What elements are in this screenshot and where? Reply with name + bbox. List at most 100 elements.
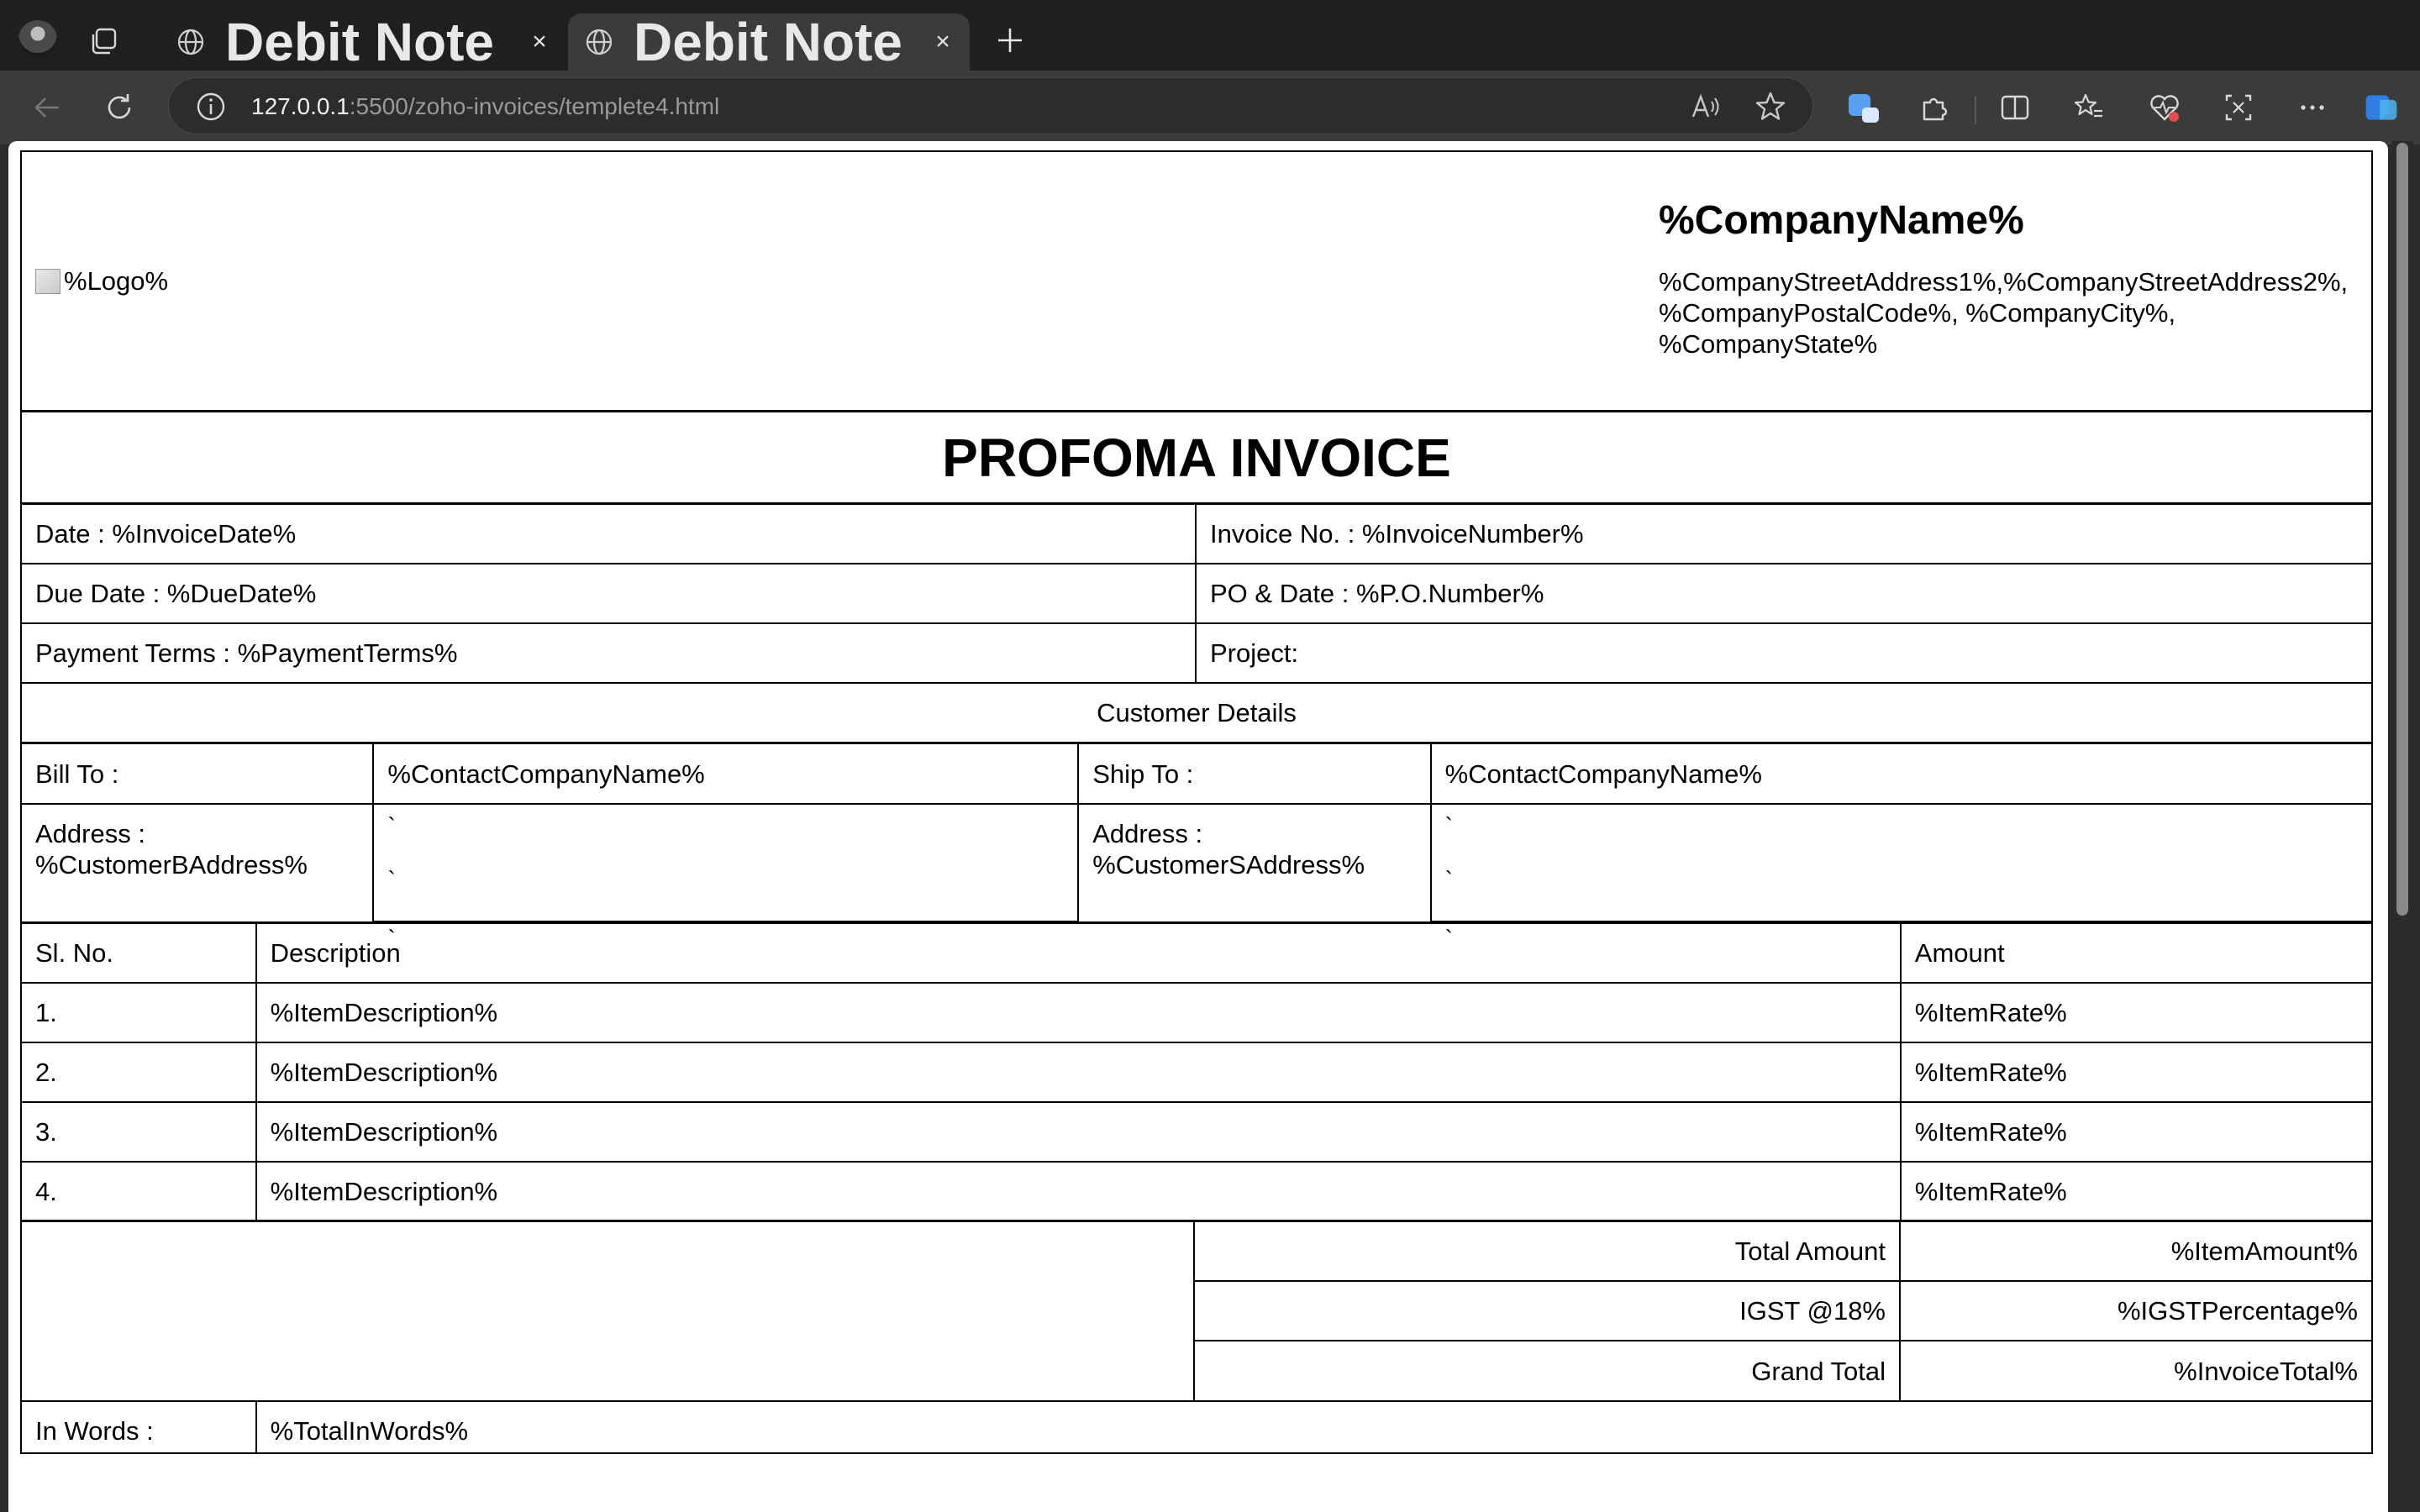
address-tick: ` <box>1444 813 1453 839</box>
igst-label: IGST @18% <box>1195 1282 1901 1340</box>
address-tick: ` <box>387 867 396 893</box>
new-tab-icon[interactable] <box>993 24 1027 57</box>
info-row: Payment Terms : %PaymentTerms% Project: <box>22 624 2371 684</box>
logo-alt-text: %Logo% <box>64 266 169 296</box>
split-screen-icon[interactable] <box>1996 89 2033 126</box>
igst-value: %IGSTPercentage% <box>2117 1296 2358 1326</box>
total-value: %ItemAmount% <box>2170 1236 2358 1266</box>
tab-title: Debit Note <box>634 12 902 72</box>
bill-address-box: ` ` ` <box>374 805 1080 952</box>
address-tick: ` <box>387 813 396 839</box>
ship-address-value: %CustomerSAddress% <box>1092 850 1365 879</box>
address-tick: ` <box>1444 926 1453 952</box>
col-description: Description <box>257 924 1902 982</box>
read-aloud-icon[interactable] <box>1688 90 1722 123</box>
back-icon[interactable] <box>29 89 66 126</box>
favorite-star-icon[interactable] <box>1754 90 1787 123</box>
tab-debit-note-1[interactable]: Debit Note × <box>160 12 566 72</box>
page-viewport[interactable]: %Logo% %CompanyName% %CompanyStreetAddre… <box>8 141 2388 1512</box>
url-text[interactable]: 127.0.0.1:5500/zoho-invoices/templete4.h… <box>251 93 719 120</box>
item-no: 2. <box>22 1043 257 1101</box>
totals-table: Total Amount %ItemAmount% IGST @18% %IGS… <box>1195 1222 2371 1401</box>
item-description: %ItemDescription% <box>257 1043 1902 1101</box>
url-path: :5500/zoho-invoices/templete4.html <box>349 93 720 119</box>
ship-to-value: %ContactCompanyName% <box>1444 759 1762 789</box>
col-sl-no: Sl. No. <box>22 924 257 982</box>
item-no: 3. <box>22 1103 257 1161</box>
address-tick: ` <box>387 926 396 952</box>
reload-icon[interactable] <box>101 89 138 126</box>
address-bar[interactable]: 127.0.0.1:5500/zoho-invoices/templete4.h… <box>168 77 1813 134</box>
ship-address-label: Address : <box>1092 819 1203 848</box>
item-no: 1. <box>22 984 257 1042</box>
site-info-icon[interactable] <box>194 90 228 123</box>
extensions-icon[interactable] <box>1916 89 1953 126</box>
customer-details-title: Customer Details <box>1097 698 1297 727</box>
total-label: Total Amount <box>1195 1222 1901 1280</box>
item-amount: %ItemRate% <box>1914 1117 2067 1147</box>
item-description: %ItemDescription% <box>257 1163 1902 1220</box>
globe-icon <box>585 28 613 56</box>
totals-section: Total Amount %ItemAmount% IGST @18% %IGS… <box>22 1222 2371 1402</box>
item-description: %ItemDescription% <box>257 1103 1902 1161</box>
copilot-extension-icon[interactable] <box>1845 89 1882 126</box>
item-amount: %ItemRate% <box>1914 998 2067 1027</box>
payment-terms: Payment Terms : %PaymentTerms% <box>22 624 1197 682</box>
bill-ship-row: Bill To : %ContactCompanyName% Ship To :… <box>22 744 2371 805</box>
bill-to-label: Bill To : <box>22 744 375 803</box>
tab-strip: Debit Note × Debit Note × <box>0 0 2420 72</box>
browser-health-icon[interactable] <box>2146 89 2183 126</box>
in-words-row: In Words : %TotalInWords% <box>22 1402 2371 1452</box>
grand-total-row: Grand Total %InvoiceTotal% <box>1195 1341 2371 1401</box>
info-row: Due Date : %DueDate% PO & Date : %P.O.Nu… <box>22 564 2371 624</box>
items-header-row: Sl. No. Description Amount <box>22 924 2371 984</box>
url-host: 127.0.0.1 <box>251 93 350 119</box>
invoice-title-row: PROFOMA INVOICE <box>22 412 2371 505</box>
item-amount: %ItemRate% <box>1914 1058 2067 1087</box>
favorites-icon[interactable] <box>2070 89 2107 126</box>
tab-title: Debit Note <box>225 12 494 72</box>
tab-close-icon[interactable]: × <box>526 28 553 55</box>
bill-address-value: %CustomerBAddress% <box>35 850 308 879</box>
project: Project: <box>1210 638 1299 668</box>
profile-avatar[interactable] <box>18 20 57 59</box>
company-name: %CompanyName% <box>1659 198 2024 243</box>
company-address-line: %CompanyPostalCode%, %CompanyCity%, <box>1659 298 2176 328</box>
company-address-line: %CompanyStreetAddress1%,%CompanyStreetAd… <box>1659 267 2349 297</box>
scrollbar-thumb[interactable] <box>2396 143 2408 916</box>
screenshot-icon[interactable] <box>2220 89 2257 126</box>
invoice-title: PROFOMA INVOICE <box>942 427 1451 488</box>
ship-address: Address : %CustomerSAddress% <box>1079 805 1432 921</box>
workspaces-icon[interactable] <box>87 27 121 57</box>
info-row: Date : %InvoiceDate% Invoice No. : %Invo… <box>22 505 2371 564</box>
tab-debit-note-2[interactable]: Debit Note × <box>568 12 970 72</box>
totals-blank <box>22 1222 1195 1400</box>
grand-total-value: %InvoiceTotal% <box>2174 1357 2358 1386</box>
col-amount: Amount <box>1914 938 2005 968</box>
table-row: 3. %ItemDescription% %ItemRate% <box>22 1103 2371 1163</box>
customer-details-header: Customer Details <box>22 684 2371 744</box>
igst-row: IGST @18% %IGSTPercentage% <box>1195 1282 2371 1341</box>
bill-address: Address : %CustomerBAddress% <box>22 805 375 921</box>
item-amount: %ItemRate% <box>1914 1176 2067 1206</box>
tab-close-icon[interactable]: × <box>929 28 956 55</box>
more-options-icon[interactable] <box>2294 89 2331 126</box>
invoice-header: %Logo% %CompanyName% %CompanyStreetAddre… <box>22 152 2371 412</box>
table-row: 1. %ItemDescription% %ItemRate% <box>22 984 2371 1043</box>
po-date: PO & Date : %P.O.Number% <box>1210 579 1544 608</box>
item-no: 4. <box>22 1163 257 1220</box>
table-row: 4. %ItemDescription% %ItemRate% <box>22 1163 2371 1222</box>
page-scrollbar[interactable] <box>2391 141 2413 1512</box>
due-date: Due Date : %DueDate% <box>22 564 1197 622</box>
globe-icon <box>176 28 205 56</box>
in-words-label: In Words : <box>22 1402 257 1452</box>
bill-to-value: %ContactCompanyName% <box>374 744 1080 803</box>
copilot-icon[interactable] <box>2363 89 2400 126</box>
grand-total-label: Grand Total <box>1195 1341 1901 1401</box>
in-words-value: %TotalInWords% <box>270 1416 469 1446</box>
browser-toolbar: 127.0.0.1:5500/zoho-invoices/templete4.h… <box>0 71 2420 144</box>
bill-address-label: Address : <box>35 819 145 848</box>
item-description: %ItemDescription% <box>257 984 1902 1042</box>
address-tick: ` <box>1444 867 1453 893</box>
table-row: 2. %ItemDescription% %ItemRate% <box>22 1043 2371 1103</box>
